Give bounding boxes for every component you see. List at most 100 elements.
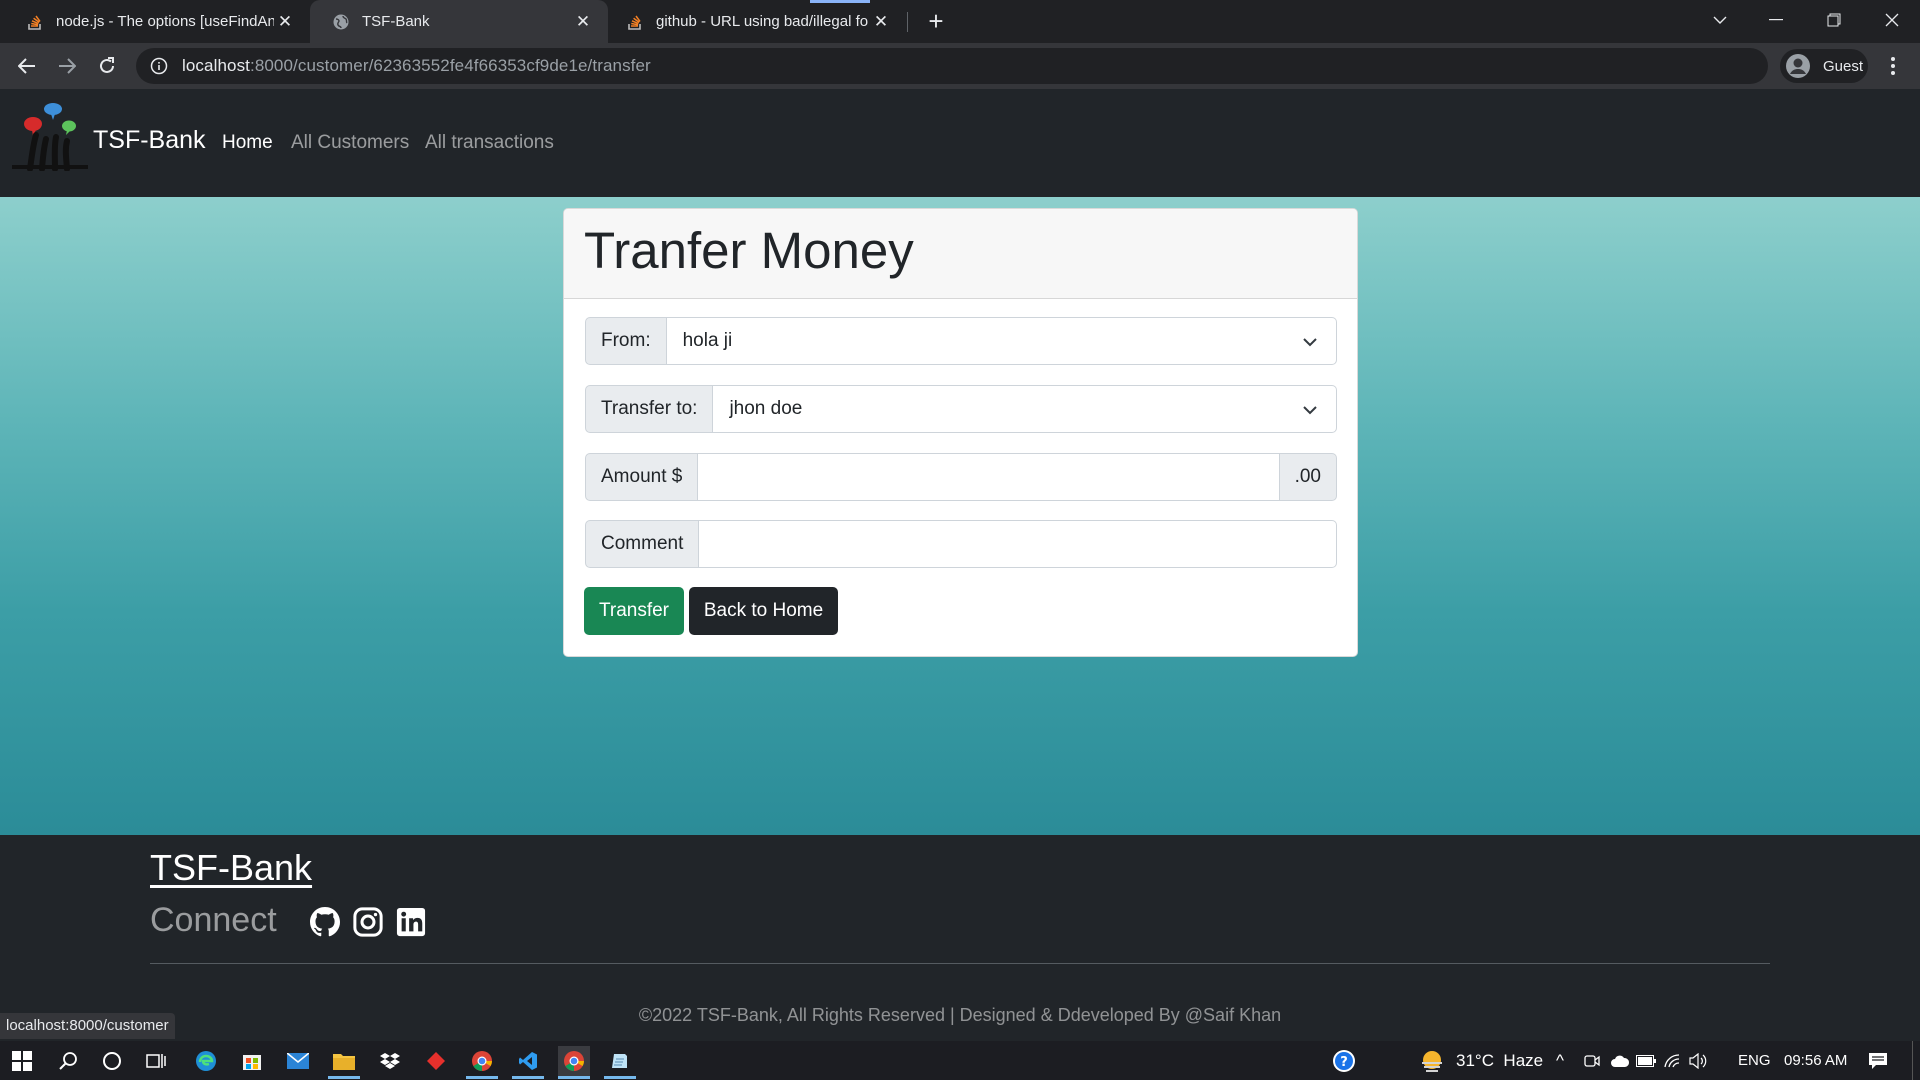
tray-onedrive[interactable] bbox=[1608, 1046, 1632, 1076]
taskbar-store[interactable] bbox=[236, 1046, 268, 1076]
minimize-icon bbox=[1769, 19, 1783, 21]
chevron-down-icon bbox=[1303, 338, 1317, 347]
transfer-to-select[interactable]: jhon doe bbox=[713, 385, 1337, 433]
nav-home[interactable]: Home bbox=[222, 132, 273, 154]
tab-search-button[interactable] bbox=[1692, 0, 1748, 40]
weather-text[interactable]: 31°C Haze bbox=[1456, 1041, 1543, 1080]
forward-button[interactable] bbox=[52, 51, 82, 81]
info-icon[interactable] bbox=[150, 57, 168, 75]
close-tab-icon[interactable]: ✕ bbox=[572, 11, 594, 33]
restore-button[interactable] bbox=[1806, 0, 1862, 40]
footer-connect-label: Connect bbox=[150, 901, 277, 939]
status-bar-url: localhost:8000/customer bbox=[0, 1013, 175, 1039]
taskbar-git-app[interactable] bbox=[420, 1046, 452, 1076]
profile-button[interactable]: Guest bbox=[1780, 49, 1868, 83]
windows-logo-icon bbox=[12, 1051, 32, 1071]
amount-input[interactable] bbox=[698, 453, 1280, 501]
close-tab-icon[interactable]: ✕ bbox=[870, 11, 892, 33]
mail-icon bbox=[287, 1053, 309, 1069]
taskbar-file-explorer[interactable] bbox=[328, 1046, 360, 1076]
taskbar-dropbox[interactable] bbox=[374, 1046, 406, 1076]
chrome-icon bbox=[564, 1051, 584, 1071]
chrome-icon bbox=[472, 1051, 492, 1071]
svg-text:?: ? bbox=[1340, 1055, 1348, 1070]
from-selected-value: hola ji bbox=[682, 330, 733, 351]
tab-nodejs[interactable]: node.js - The options [useFindAn ✕ bbox=[4, 0, 310, 43]
close-icon bbox=[1885, 13, 1899, 27]
back-button[interactable] bbox=[12, 51, 42, 81]
taskbar-chrome-1[interactable] bbox=[466, 1046, 498, 1076]
arrow-left-icon bbox=[18, 58, 35, 74]
diamond-icon bbox=[427, 1052, 445, 1070]
comment-group: Comment bbox=[585, 520, 1337, 568]
task-view-button[interactable] bbox=[140, 1046, 172, 1076]
site-footer: TSF-Bank Connect ©2022 TSF-Bank, All Rig… bbox=[0, 835, 1920, 1041]
tab-loading-indicator bbox=[810, 0, 870, 3]
page-viewport: TSF-Bank Home All Customers All transact… bbox=[0, 89, 1920, 1041]
github-icon[interactable] bbox=[310, 907, 340, 937]
minimize-button[interactable] bbox=[1748, 0, 1804, 40]
comment-label: Comment bbox=[585, 520, 700, 568]
footer-copyright: ©2022 TSF-Bank, All Rights Reserved | De… bbox=[638, 1005, 1282, 1025]
taskbar-search-button[interactable] bbox=[52, 1046, 84, 1076]
video-icon bbox=[1584, 1055, 1600, 1067]
task-view-icon bbox=[146, 1054, 166, 1068]
hero-section: Tranfer Money From: hola ji Transfer to:… bbox=[0, 197, 1920, 835]
new-tab-button[interactable]: + bbox=[922, 8, 950, 36]
brand-name[interactable]: TSF-Bank bbox=[93, 126, 206, 155]
transfer-button[interactable]: Transfer bbox=[584, 587, 684, 635]
tab-github[interactable]: github - URL using bad/illegal fo ✕ bbox=[604, 0, 906, 43]
browser-menu-button[interactable] bbox=[1880, 52, 1906, 80]
close-tab-icon[interactable]: ✕ bbox=[274, 11, 296, 33]
dropbox-icon bbox=[380, 1053, 400, 1069]
cortana-button[interactable] bbox=[96, 1046, 128, 1076]
tab-tsf-bank[interactable]: TSF-Bank ✕ bbox=[310, 0, 608, 43]
bank-logo-icon[interactable] bbox=[12, 101, 88, 171]
footer-divider bbox=[150, 963, 1770, 964]
comment-input[interactable] bbox=[699, 520, 1337, 568]
weather-widget[interactable] bbox=[1416, 1046, 1448, 1076]
chevron-down-icon bbox=[1713, 16, 1727, 24]
taskbar-vscode[interactable] bbox=[512, 1046, 544, 1076]
back-to-home-button[interactable]: Back to Home bbox=[689, 587, 838, 635]
stackoverflow-icon bbox=[628, 15, 641, 30]
show-desktop-button[interactable] bbox=[1912, 1041, 1913, 1080]
site-navbar: TSF-Bank Home All Customers All transact… bbox=[0, 89, 1920, 197]
from-group: From: hola ji bbox=[585, 317, 1337, 365]
from-select[interactable]: hola ji bbox=[666, 317, 1337, 365]
instagram-icon[interactable] bbox=[353, 907, 383, 937]
tray-wifi[interactable] bbox=[1660, 1046, 1684, 1076]
reload-button[interactable] bbox=[92, 51, 122, 81]
footer-brand-link[interactable]: TSF-Bank bbox=[150, 847, 312, 889]
edge-icon bbox=[196, 1051, 216, 1071]
address-bar[interactable]: localhost:8000/customer/62363552fe4f6635… bbox=[136, 48, 1768, 84]
taskbar-notepad[interactable] bbox=[604, 1046, 636, 1076]
tab-title: node.js - The options [useFindAn bbox=[56, 13, 274, 30]
help-button[interactable]: ? bbox=[1328, 1046, 1360, 1076]
action-center-button[interactable] bbox=[1862, 1046, 1894, 1076]
start-button[interactable] bbox=[6, 1046, 38, 1076]
transfer-to-group: Transfer to: jhon doe bbox=[585, 385, 1337, 433]
running-indicator bbox=[466, 1076, 498, 1079]
arrow-right-icon bbox=[59, 58, 76, 74]
taskbar-chrome-2[interactable] bbox=[558, 1046, 590, 1076]
language-indicator[interactable]: ENG bbox=[1738, 1041, 1771, 1080]
taskbar-mail[interactable] bbox=[282, 1046, 314, 1076]
avatar-icon bbox=[1786, 54, 1810, 78]
tray-battery[interactable] bbox=[1634, 1046, 1658, 1076]
clock[interactable]: 09:56 AM bbox=[1784, 1041, 1847, 1080]
taskbar-edge[interactable] bbox=[190, 1046, 222, 1076]
url-path: :8000/customer/62363552fe4f66353cf9de1e/… bbox=[250, 56, 651, 75]
page-title: Tranfer Money bbox=[584, 222, 914, 279]
linkedin-icon[interactable] bbox=[396, 907, 426, 937]
tab-title: github - URL using bad/illegal fo bbox=[656, 13, 869, 30]
tray-chevron-icon[interactable]: ^ bbox=[1556, 1041, 1564, 1080]
from-label: From: bbox=[585, 317, 667, 365]
tray-meet-now[interactable] bbox=[1580, 1046, 1604, 1076]
more-vert-icon bbox=[1891, 57, 1895, 75]
tray-volume[interactable] bbox=[1686, 1046, 1710, 1076]
stackoverflow-icon bbox=[28, 15, 41, 30]
nav-all-transactions[interactable]: All transactions bbox=[425, 132, 554, 154]
close-window-button[interactable] bbox=[1864, 0, 1920, 40]
nav-all-customers[interactable]: All Customers bbox=[291, 132, 409, 154]
